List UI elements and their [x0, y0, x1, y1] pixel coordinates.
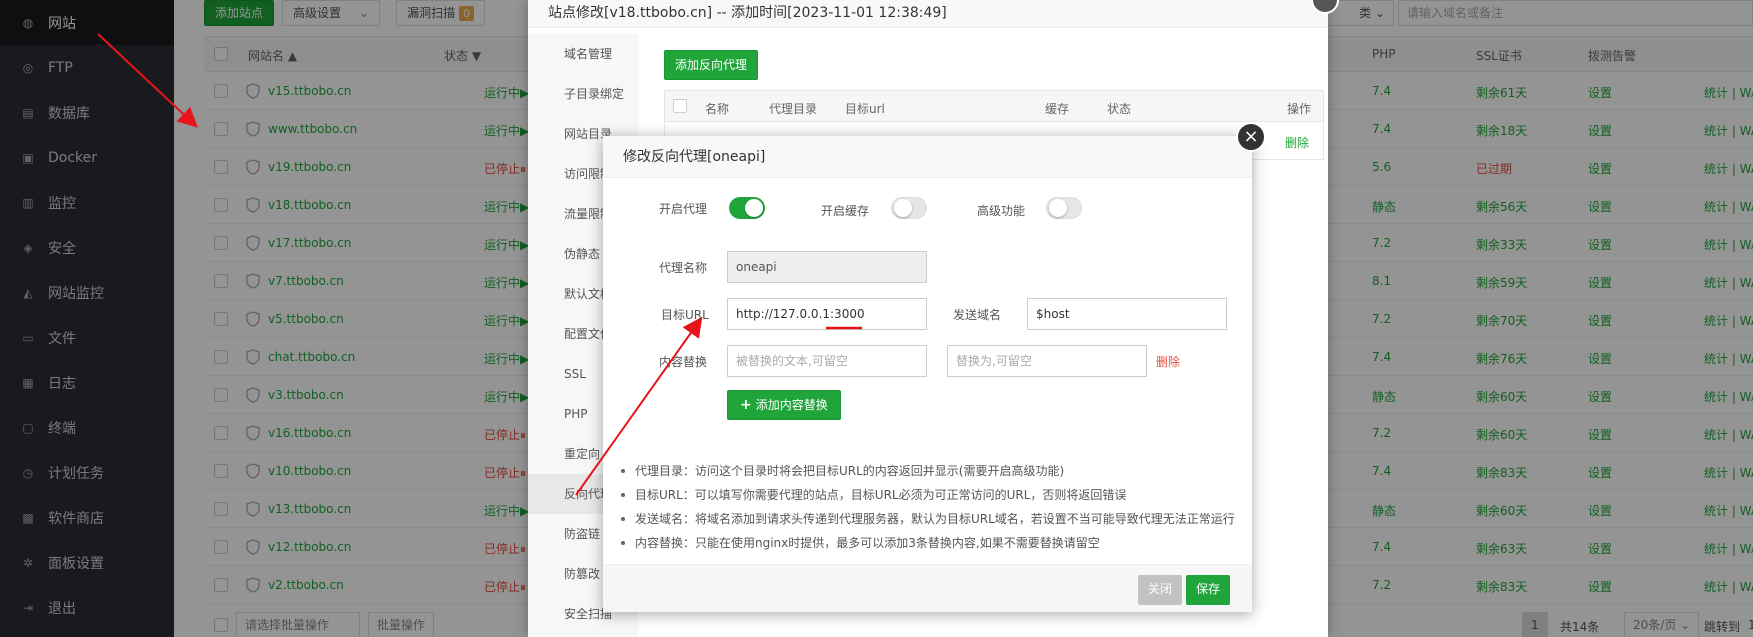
- advanced-label: 高级功能: [977, 204, 1026, 218]
- close-icon[interactable]: ×: [1236, 122, 1266, 152]
- add-replace-label: 添加内容替换: [755, 398, 828, 412]
- proxy-table-header: 名称 代理目录 目标url 缓存 状态 操作: [664, 90, 1324, 122]
- proxy-col-name: 名称: [705, 102, 730, 116]
- proxy-col-dir: 代理目录: [769, 102, 818, 116]
- proxy-select-all-checkbox[interactable]: [673, 99, 687, 113]
- plus-icon: +: [740, 397, 752, 413]
- close-button[interactable]: 关闭: [1138, 575, 1183, 605]
- tip-item: 目标URL：可以填写你需要代理的站点，目标URL必须为可正常访问的URL，否则将…: [617, 483, 1237, 507]
- tip-item: 发送域名：将域名添加到请求头传递到代理服务器，默认为目标URL域名，若设置不当可…: [617, 507, 1237, 531]
- tips-list: 代理目录：访问这个目录时将会把目标URL的内容返回并显示(需要开启高级功能) 目标…: [617, 459, 1237, 555]
- proxy-col-op: 操作: [1287, 102, 1312, 116]
- enable-cache-label: 开启缓存: [821, 204, 870, 218]
- edit-modal-footer: 关闭 保存: [603, 564, 1252, 612]
- target-url-field[interactable]: http://127.0.0.1:3000: [727, 298, 927, 330]
- target-url-label: 目标URL: [661, 308, 709, 322]
- site-modal-title: 站点修改[v18.ttbobo.cn] -- 添加时间[2023-11-01 1…: [528, 0, 1328, 28]
- enable-proxy-label: 开启代理: [659, 202, 708, 216]
- send-domain-label: 发送域名: [953, 308, 1002, 322]
- proxy-name-field: oneapi: [727, 251, 927, 283]
- edit-modal-title: 修改反向代理[oneapi]: [603, 136, 1252, 178]
- replace-delete-link[interactable]: 删除: [1156, 353, 1180, 370]
- add-replace-button[interactable]: + 添加内容替换: [727, 390, 841, 420]
- add-reverse-proxy-button[interactable]: 添加反向代理: [664, 50, 759, 80]
- site-menu-item[interactable]: 域名管理: [528, 34, 638, 74]
- advanced-toggle[interactable]: [1046, 197, 1082, 219]
- proxy-col-url: 目标url: [845, 102, 885, 116]
- proxy-col-cache: 缓存: [1045, 102, 1070, 116]
- enable-proxy-toggle[interactable]: [729, 197, 765, 219]
- enable-cache-toggle[interactable]: [891, 197, 927, 219]
- edit-reverse-proxy-modal: 修改反向代理[oneapi] × 开启代理 开启缓存 高级功能 代理名称 one…: [603, 122, 1266, 612]
- site-menu-item[interactable]: 子目录绑定: [528, 74, 638, 114]
- proxy-col-state: 状态: [1107, 102, 1132, 116]
- proxy-row-delete[interactable]: 删除: [1285, 134, 1309, 151]
- replace-label: 内容替换: [659, 355, 708, 369]
- send-domain-field[interactable]: $host: [1027, 298, 1227, 330]
- replace-to-field[interactable]: 替换为,可留空: [947, 345, 1147, 377]
- proxy-name-label: 代理名称: [659, 261, 708, 275]
- replace-from-field[interactable]: 被替换的文本,可留空: [727, 345, 927, 377]
- save-button[interactable]: 保存: [1186, 575, 1231, 605]
- tip-item: 内容替换：只能在使用nginx时提供，最多可以添加3条替换内容,如果不需要替换请…: [617, 531, 1237, 555]
- tip-item: 代理目录：访问这个目录时将会把目标URL的内容返回并显示(需要开启高级功能): [617, 459, 1237, 483]
